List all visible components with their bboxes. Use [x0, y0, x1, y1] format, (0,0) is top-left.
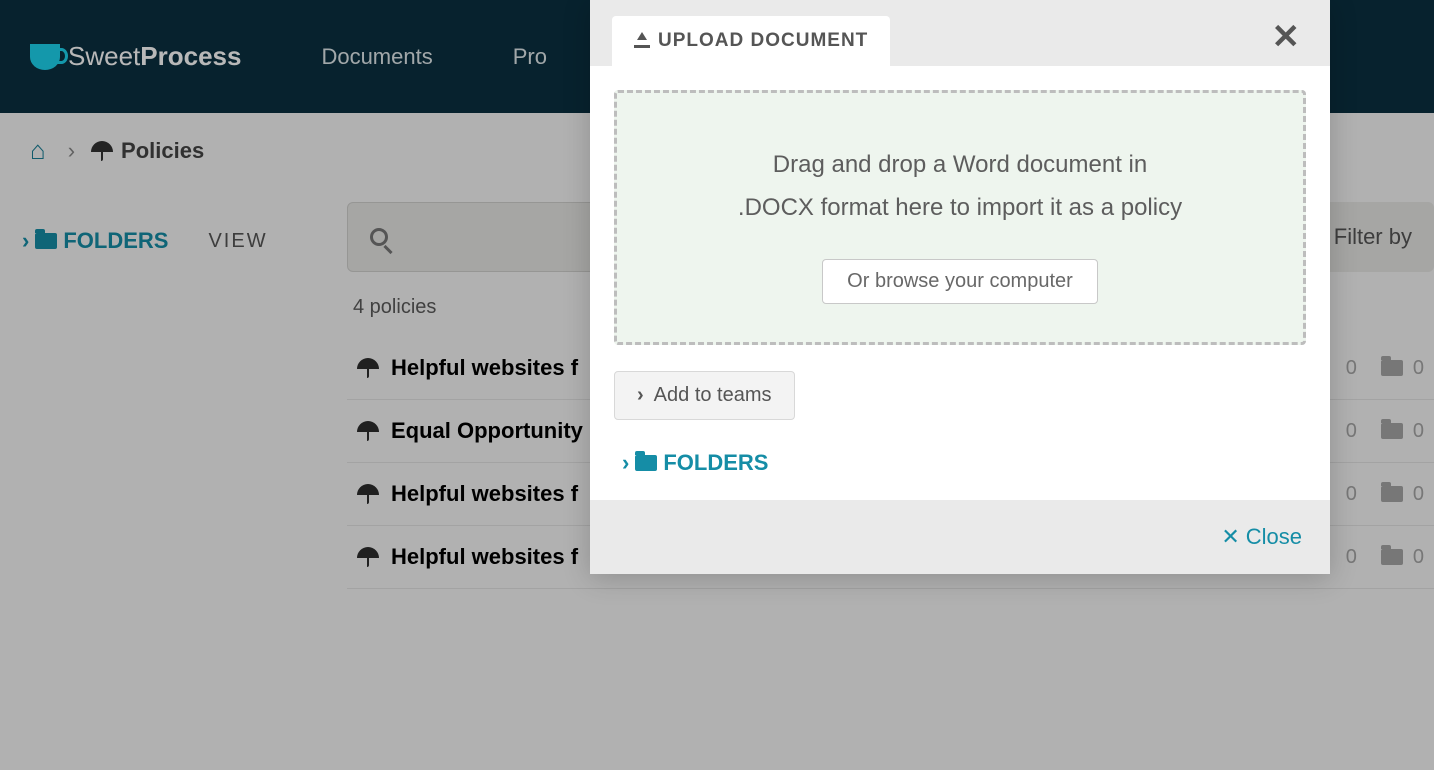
add-to-teams-button[interactable]: › Add to teams [614, 371, 795, 420]
close-button[interactable]: ✕ Close [1221, 524, 1302, 550]
upload-icon [634, 34, 650, 48]
folder-icon [635, 455, 657, 471]
modal-folders-toggle[interactable]: › FOLDERS [622, 450, 1306, 476]
browse-button[interactable]: Or browse your computer [822, 259, 1098, 304]
close-label: Close [1246, 524, 1302, 550]
chevron-right-icon: › [622, 450, 629, 476]
upload-modal: UPLOAD DOCUMENT ✕ Drag and drop a Word d… [590, 0, 1330, 574]
chevron-right-icon: › [637, 384, 644, 407]
modal-header: UPLOAD DOCUMENT ✕ [590, 0, 1330, 66]
close-icon: ✕ [1221, 524, 1239, 550]
dropzone-line-1: Drag and drop a Word document in [657, 143, 1263, 186]
modal-body: Drag and drop a Word document in .DOCX f… [590, 66, 1330, 500]
modal-footer: ✕ Close [590, 500, 1330, 574]
file-dropzone[interactable]: Drag and drop a Word document in .DOCX f… [614, 90, 1306, 345]
dropzone-line-2: .DOCX format here to import it as a poli… [657, 186, 1263, 229]
close-icon: ✕ [1272, 18, 1301, 56]
tab-label: UPLOAD DOCUMENT [658, 30, 868, 52]
modal-close-button[interactable]: ✕ [1264, 16, 1309, 58]
add-teams-label: Add to teams [654, 384, 772, 407]
modal-folders-label: FOLDERS [663, 450, 768, 476]
upload-document-tab[interactable]: UPLOAD DOCUMENT [612, 16, 890, 66]
